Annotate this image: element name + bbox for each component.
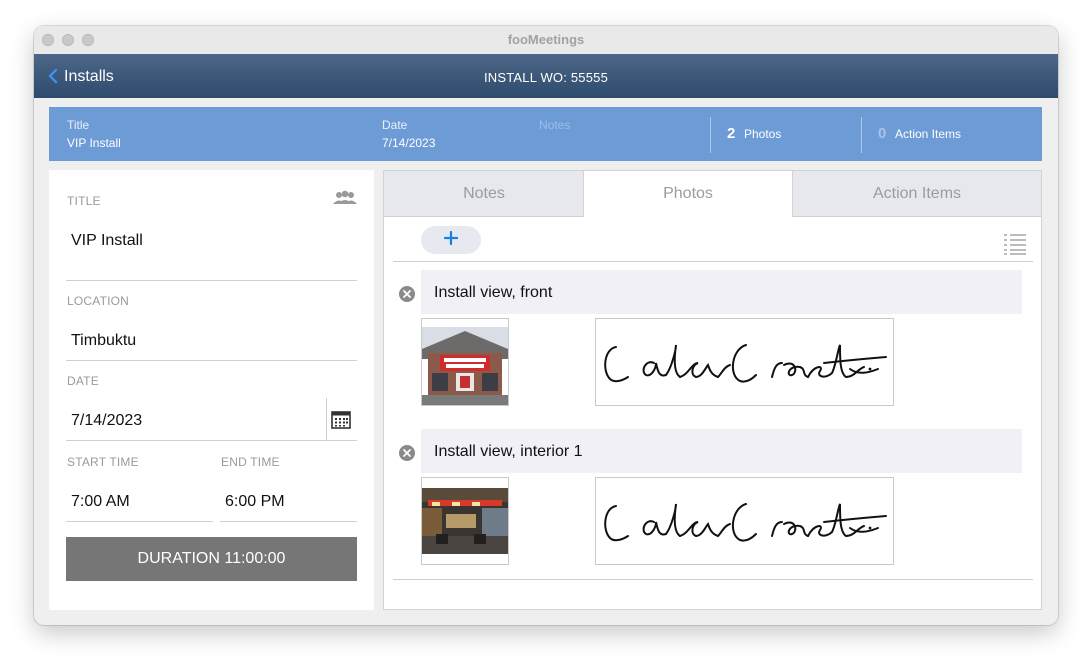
photo-caption-bar[interactable]: Install view, front (421, 270, 1022, 314)
summary-title-value: VIP Install (67, 136, 121, 150)
title-underline (66, 280, 357, 281)
date-divider (326, 398, 327, 440)
end-time-label: END TIME (221, 455, 280, 469)
photo-thumbnail[interactable] (421, 477, 509, 565)
summary-notes-label[interactable]: Notes (539, 118, 570, 132)
summary-date-label: Date (382, 118, 408, 132)
window-title: fooMeetings (507, 32, 585, 47)
action-items-count: 0 (878, 125, 887, 142)
plus-icon (443, 230, 459, 250)
group-icon[interactable] (332, 190, 358, 211)
start-time-input[interactable]: 7:00 AM (71, 493, 130, 511)
photo-caption-bar[interactable]: Install view, interior 1 (421, 429, 1022, 473)
date-underline (66, 440, 357, 441)
photos-label: Photos (744, 127, 782, 141)
summary-date-value: 7/14/2023 (382, 136, 436, 150)
end-time-underline (220, 521, 357, 522)
action-items-label: Action Items (895, 127, 962, 141)
window-titlebar: fooMeetings (34, 26, 1058, 55)
summary-bar: Title VIP Install Date 7/14/2023 Notes 2… (49, 107, 1042, 161)
signature-image[interactable] (595, 477, 894, 565)
calendar-icon[interactable] (331, 411, 351, 434)
tab-action-items[interactable]: Action Items (793, 171, 1041, 217)
duration-button[interactable]: DURATION 11:00:00 (66, 537, 357, 581)
date-input[interactable]: 7/14/2023 (71, 412, 142, 430)
location-underline (66, 360, 357, 361)
delete-icon[interactable] (399, 286, 415, 307)
navigation-bar: Installs INSTALL WO: 55555 (34, 54, 1058, 98)
end-time-input[interactable]: 6:00 PM (225, 493, 285, 511)
nav-title: INSTALL WO: 55555 (483, 70, 609, 85)
title-field-label: TITLE (67, 194, 101, 208)
list-end-divider (393, 579, 1033, 580)
location-input[interactable]: Timbuktu (71, 332, 136, 350)
tab-notes[interactable]: Notes (384, 171, 584, 217)
photo-caption: Install view, front (434, 284, 553, 301)
photo-caption: Install view, interior 1 (434, 443, 583, 460)
details-form: TITLE VIP Install LOCATION Timbuktu DATE… (49, 170, 374, 610)
app-window: fooMeetings Installs INSTALL WO: 55555 T… (34, 26, 1058, 625)
date-field-label: DATE (67, 374, 99, 388)
add-photo-button[interactable] (421, 226, 481, 254)
title-input[interactable]: VIP Install (71, 232, 143, 250)
signature-image[interactable] (595, 318, 894, 406)
summary-title-label: Title (67, 118, 90, 132)
location-field-label: LOCATION (67, 294, 130, 308)
list-view-icon[interactable] (1003, 233, 1027, 260)
summary-divider (861, 117, 862, 153)
content-panel: Notes Photos Action Items Install view, … (383, 170, 1042, 610)
delete-icon[interactable] (399, 445, 415, 466)
photos-count: 2 (727, 125, 736, 142)
summary-divider (710, 117, 711, 153)
start-time-underline (66, 521, 213, 522)
tab-photos[interactable]: Photos (583, 171, 793, 217)
start-time-label: START TIME (67, 455, 139, 469)
photo-thumbnail[interactable] (421, 318, 509, 406)
toolbar-divider (393, 261, 1033, 262)
